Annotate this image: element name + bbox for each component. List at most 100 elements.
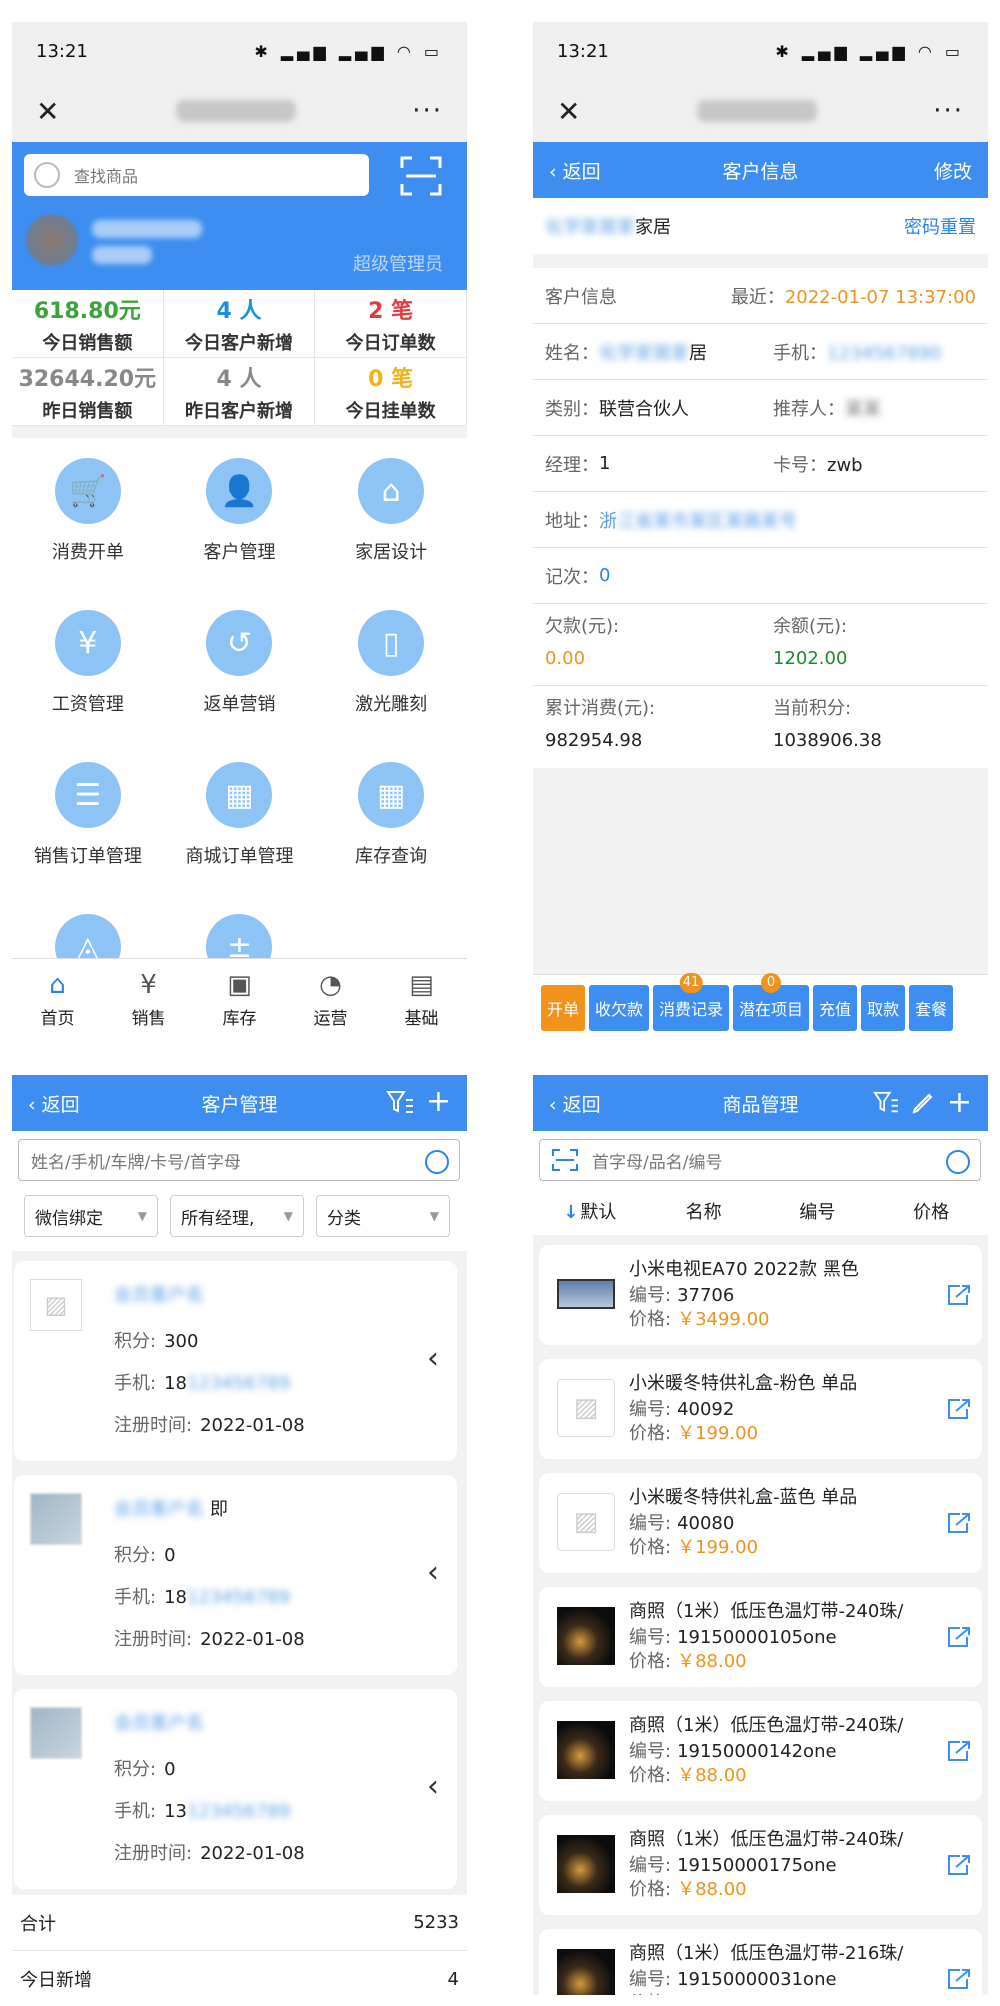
search-icon xyxy=(946,1150,970,1174)
customer-info-screen: 13:21 ✱ ▂▄▆ ▂▄▆ ◠ ▭ ✕ ··· ‹ 返回 客户信息 修改 化… xyxy=(533,22,988,1040)
share-icon[interactable] xyxy=(946,1739,972,1767)
product-card[interactable]: ▨ 小米暖冬特供礼盒-蓝色 单品 编号: 40080 价格: ￥199.00 xyxy=(539,1473,982,1573)
add-icon[interactable]: + xyxy=(426,1087,451,1117)
back-button[interactable]: ‹ 返回 xyxy=(549,157,601,184)
share-icon[interactable] xyxy=(946,1283,972,1311)
more-icon[interactable]: ··· xyxy=(933,96,964,126)
feature-store[interactable]: ▦ 商城订单管理 xyxy=(164,762,316,914)
close-icon[interactable]: ✕ xyxy=(36,95,59,128)
share-icon[interactable] xyxy=(946,1511,972,1539)
stat-label: 今日客户新增 xyxy=(184,332,293,354)
feature-person[interactable]: 👤 客户管理 xyxy=(164,458,316,610)
share-icon[interactable] xyxy=(946,1625,972,1653)
share-icon[interactable] xyxy=(946,1397,972,1425)
stat-cell[interactable]: 2 笔今日订单数 xyxy=(315,290,467,358)
chevron-left-icon[interactable]: ‹ xyxy=(427,1555,439,1590)
search-box[interactable]: 查找商品 xyxy=(24,154,369,196)
feature-clipboard-return[interactable]: ↺ 返单营销 xyxy=(164,610,316,762)
tab-document[interactable]: ▤ 基础 xyxy=(376,959,467,1040)
feature-grid: 🛒 消费开单 👤 客户管理 ⌂ 家居设计 ¥ 工资管理 ↺ 返单营销 ▯ 激光雕刻 ☰ 销售订单管理 ▦ 商城… xyxy=(12,438,467,958)
add-icon[interactable]: + xyxy=(947,1088,972,1118)
customer-phone: 手机: 13123456789 xyxy=(114,1801,291,1822)
warehouse-icon: ▦ xyxy=(358,762,425,828)
edit-button[interactable]: 修改 xyxy=(934,157,972,184)
tab-home[interactable]: ⌂ 首页 xyxy=(12,959,103,1040)
sort-option[interactable]: ↓ 默认 xyxy=(533,1198,647,1224)
feature-order-list[interactable]: ☰ 销售订单管理 xyxy=(12,762,164,914)
product-card[interactable]: ▨ 小米暖冬特供礼盒-粉色 单品 编号: 40092 价格: ￥199.00 xyxy=(539,1359,982,1459)
product-card[interactable]: 小米电视EA70 2022款 黑色 编号: 37706 价格: ￥3499.00 xyxy=(539,1245,982,1345)
tab-pie[interactable]: ◔ 运营 xyxy=(285,959,376,1040)
search-input[interactable]: 首字母/品名/编号 xyxy=(539,1139,981,1181)
product-price: 价格: ￥3499.00 xyxy=(629,1309,770,1330)
back-button[interactable]: ‹ 返回 xyxy=(549,1090,601,1117)
feature-warehouse[interactable]: ▦ 库存查询 xyxy=(315,762,467,914)
tab-boxes[interactable]: ▣ 库存 xyxy=(194,959,285,1040)
today-new-value: 4 xyxy=(447,1968,459,1990)
edit-icon[interactable] xyxy=(911,1091,935,1115)
filter-icon[interactable] xyxy=(873,1091,899,1115)
salary-icon: ¥ xyxy=(54,610,121,676)
product-card[interactable]: 商照（1米）低压色温灯带-240珠/编号: 19150000175one 价格: ￥8… xyxy=(539,1815,982,1915)
total-spend-label: 累计消费(元): xyxy=(545,698,656,719)
customer-reg: 注册时间: 2022-01-08 xyxy=(114,1415,305,1436)
action-button[interactable]: 消费记录 41 xyxy=(653,972,730,1031)
chevron-left-icon[interactable]: ‹ xyxy=(427,1769,439,1804)
sort-option[interactable]: 名称 xyxy=(647,1198,761,1224)
stat-cell[interactable]: 4 人昨日客户新增 xyxy=(163,358,316,426)
product-card[interactable]: 商照（1米）低压色温灯带-240珠/编号: 19150000105one 价格: ￥8… xyxy=(539,1587,982,1687)
customer-name: 会员客户名即 xyxy=(114,1499,228,1520)
feature-label: 商城订单管理 xyxy=(185,846,294,867)
sort-option[interactable]: 编号 xyxy=(761,1198,875,1224)
action-button[interactable]: 收欠款 xyxy=(589,984,650,1031)
customer-card[interactable]: 会员客户名 积分: 0 手机: 13123456789 注册时间: 2022-01-08 ‹ xyxy=(14,1689,457,1889)
customer-card[interactable]: 会员客户名即积分: 0 手机: 18123456789 注册时间: 2022-01-08 ‹ xyxy=(14,1475,457,1675)
customer-card[interactable]: ▨ 会员客户名 积分: 300 手机: 18123456789 注册时间: 2022-01-0… xyxy=(14,1261,457,1461)
tab-label: 销售 xyxy=(131,1009,166,1029)
image-placeholder-icon: ▨ xyxy=(44,1291,68,1319)
filter-dropdown[interactable]: 分类 ▼ xyxy=(316,1195,450,1237)
feature-salary[interactable]: ¥ 工资管理 xyxy=(12,610,164,762)
sort-option[interactable]: 价格 xyxy=(874,1198,988,1224)
share-icon[interactable] xyxy=(946,1967,972,1995)
feature-phone-device[interactable]: ▯ 激光雕刻 xyxy=(315,610,467,762)
back-button[interactable]: ‹ 返回 xyxy=(28,1090,80,1117)
search-input[interactable]: 姓名/手机/车牌/卡号/首字母 xyxy=(18,1139,460,1181)
action-button[interactable]: 开单 xyxy=(541,984,586,1031)
product-card[interactable]: 商照（1米）低压色温灯带-216珠/编号:19150000031one价格:￥8… xyxy=(539,1929,982,1995)
customer-points: 积分: 0 xyxy=(114,1545,176,1566)
product-name: 商照（1米）低压色温灯带-240珠/ xyxy=(629,1715,904,1736)
more-icon[interactable]: ··· xyxy=(412,96,443,126)
action-button[interactable]: 取款 xyxy=(861,984,906,1031)
scan-icon[interactable] xyxy=(552,1149,578,1171)
chevron-left-icon[interactable]: ‹ xyxy=(427,1341,439,1376)
filter-dropdown[interactable]: 微信绑定 ▼ xyxy=(24,1195,158,1237)
reset-password-button[interactable]: 密码重置 xyxy=(904,213,976,239)
feature-cart[interactable]: 🛒 消费开单 xyxy=(12,458,164,610)
action-bar: 开单 收欠款 消费记录 41 潜在项目 0 充值 取款 套餐 xyxy=(533,972,988,1040)
feature-house-design[interactable]: ⌂ 家居设计 xyxy=(315,458,467,610)
action-button[interactable]: 潜在项目 0 xyxy=(733,972,810,1031)
share-icon[interactable] xyxy=(946,1853,972,1881)
stat-cell[interactable]: 32644.20元 昨日销售额 xyxy=(12,358,164,426)
stat-cell[interactable]: 4 人今日客户新增 xyxy=(163,290,316,358)
feature-network[interactable]: ◬ xyxy=(12,914,164,958)
action-button[interactable]: 充值 xyxy=(813,984,858,1031)
tab-yen[interactable]: ¥ 销售 xyxy=(103,959,194,1040)
product-thumbnail xyxy=(557,1721,615,1779)
filter-icon[interactable] xyxy=(385,1090,414,1116)
scan-icon[interactable] xyxy=(400,156,442,196)
feature-calculator[interactable]: ± xyxy=(164,914,316,958)
type-value: 联营合伙人 xyxy=(599,398,689,420)
filter-dropdown[interactable]: 所有经理, ▼ xyxy=(170,1195,304,1237)
avatar[interactable] xyxy=(26,214,78,266)
type-label: 类别： xyxy=(545,398,599,420)
avatar xyxy=(30,1493,82,1545)
stat-cell[interactable]: 0 笔今日挂单数 xyxy=(315,358,467,426)
stat-label: 今日订单数 xyxy=(345,332,436,354)
close-icon[interactable]: ✕ xyxy=(557,95,580,128)
stat-cell[interactable]: 618.80元 今日销售额 xyxy=(12,290,164,358)
debt-label: 欠款(元): xyxy=(545,616,620,637)
product-card[interactable]: 商照（1米）低压色温灯带-240珠/编号: 19150000142one 价格: ￥8… xyxy=(539,1701,982,1801)
action-button[interactable]: 套餐 xyxy=(909,984,954,1031)
